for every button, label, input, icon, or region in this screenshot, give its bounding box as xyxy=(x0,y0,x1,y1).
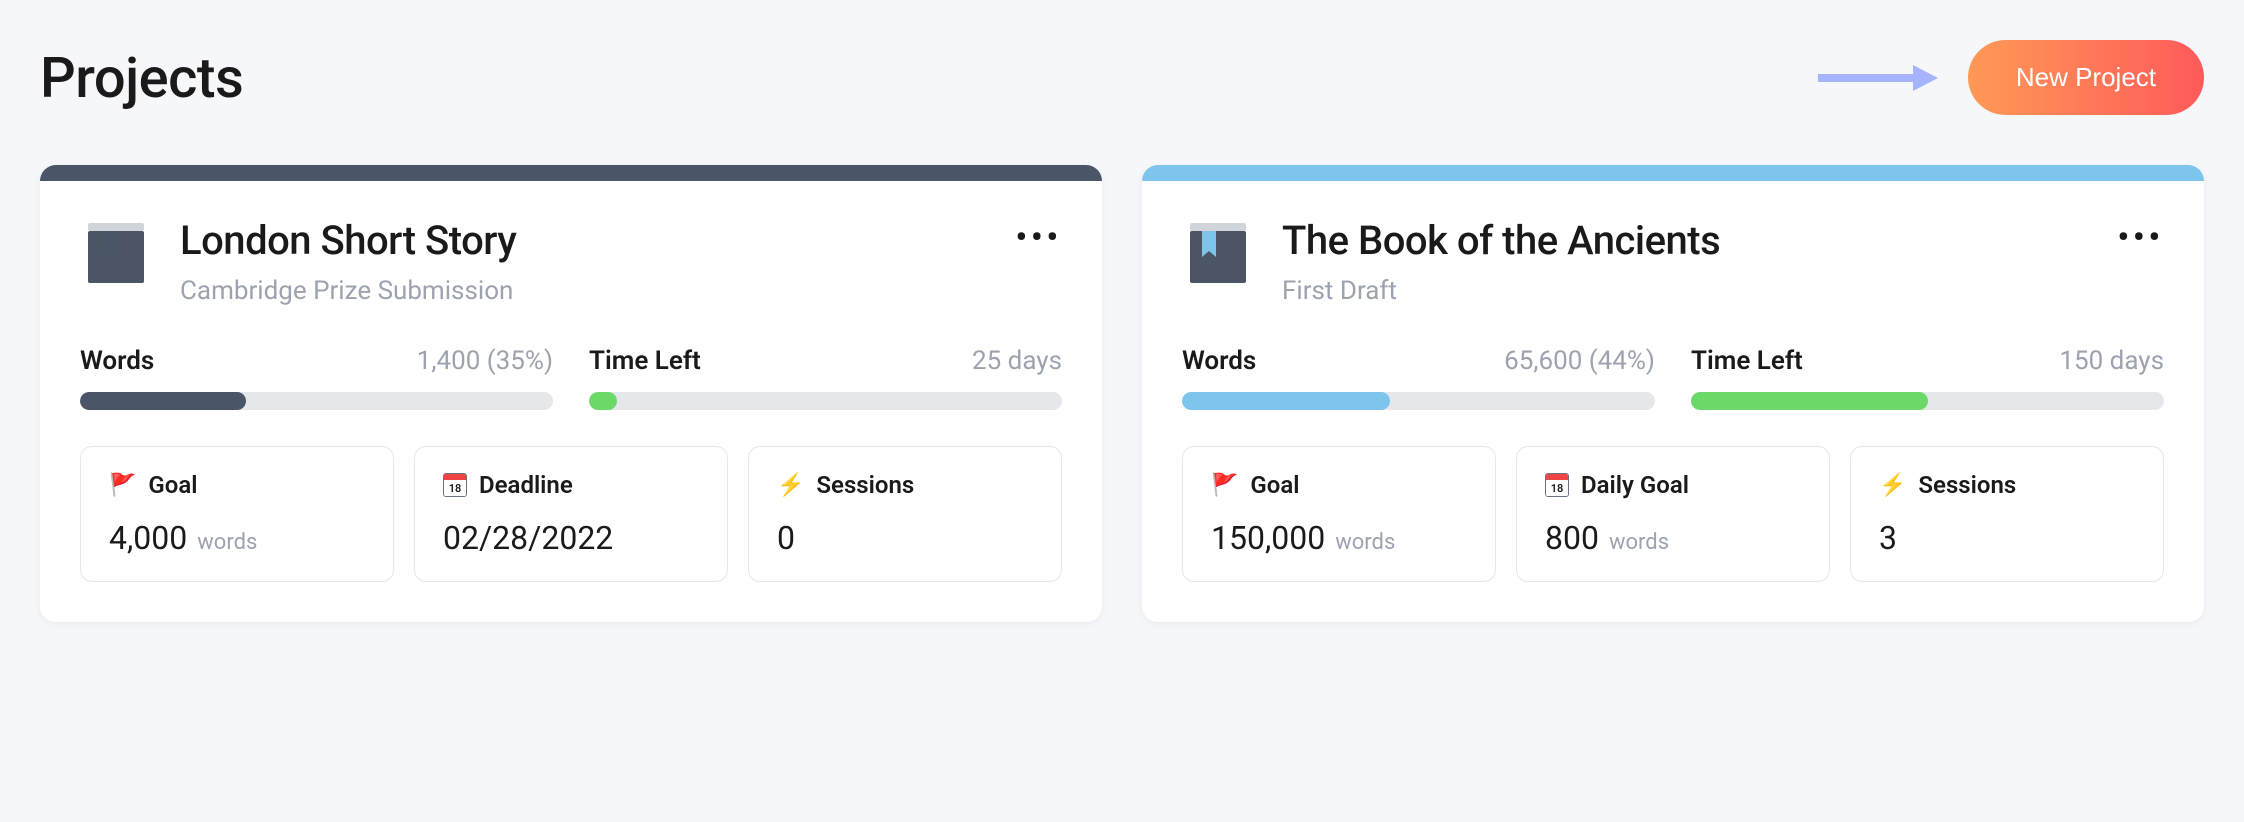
stat-value: 4,000 xyxy=(109,519,187,557)
stat-value: 0 xyxy=(777,519,795,557)
book-icon xyxy=(1182,217,1254,289)
stat-label: Deadline xyxy=(479,471,573,499)
bolt-icon: ⚡ xyxy=(1879,473,1906,498)
stat-value: 800 xyxy=(1545,519,1599,557)
stat-value: 150,000 xyxy=(1211,519,1325,557)
stat-label: Goal xyxy=(1250,471,1299,499)
card-accent-bar xyxy=(1142,165,2204,181)
words-label: Words xyxy=(80,346,154,376)
project-title: The Book of the Ancients xyxy=(1282,217,2090,264)
stat-sessions: ⚡ Sessions 3 xyxy=(1850,446,2164,582)
words-progress-fill xyxy=(80,392,246,410)
header-actions: New Project xyxy=(1818,40,2204,115)
stat-value: 02/28/2022 xyxy=(443,519,613,557)
stat-label: Sessions xyxy=(1918,471,2016,499)
stat-sessions: ⚡ Sessions 0 xyxy=(748,446,1062,582)
words-label: Words xyxy=(1182,346,1256,376)
time-left-value: 150 days xyxy=(2059,346,2164,376)
words-progress-fill xyxy=(1182,392,1390,410)
calendar-icon: 18 xyxy=(443,473,467,497)
stat-value: 3 xyxy=(1879,519,1897,557)
stat-goal: 🚩 Goal 150,000 words xyxy=(1182,446,1496,582)
stat-goal: 🚩 Goal 4,000 words xyxy=(80,446,394,582)
time-progress-fill xyxy=(1691,392,1928,410)
time-left-value: 25 days xyxy=(972,346,1062,376)
stat-label: Daily Goal xyxy=(1581,471,1689,499)
time-left-label: Time Left xyxy=(1691,346,1803,376)
flag-icon: 🚩 xyxy=(1211,473,1238,498)
card-accent-bar xyxy=(40,165,1102,181)
projects-grid: London Short Story Cambridge Prize Submi… xyxy=(40,165,2204,622)
flag-icon: 🚩 xyxy=(109,473,136,498)
words-value: 1,400 (35%) xyxy=(417,346,553,376)
project-subtitle: First Draft xyxy=(1282,276,2090,306)
page-title: Projects xyxy=(40,45,243,111)
new-project-button[interactable]: New Project xyxy=(1968,40,2204,115)
arrow-right-icon xyxy=(1818,63,1938,93)
stat-daily-goal: 18 Daily Goal 800 words xyxy=(1516,446,1830,582)
calendar-icon: 18 xyxy=(1545,473,1569,497)
project-subtitle: Cambridge Prize Submission xyxy=(180,276,988,306)
words-progress-bar xyxy=(1182,392,1655,410)
words-value: 65,600 (44%) xyxy=(1504,346,1655,376)
stat-deadline: 18 Deadline 02/28/2022 xyxy=(414,446,728,582)
words-progress-bar xyxy=(80,392,553,410)
time-progress-bar xyxy=(589,392,1062,410)
more-options-button[interactable]: ••• xyxy=(2118,217,2165,257)
stat-label: Sessions xyxy=(816,471,914,499)
bolt-icon: ⚡ xyxy=(777,473,804,498)
more-options-button[interactable]: ••• xyxy=(1016,217,1063,257)
project-card[interactable]: London Short Story Cambridge Prize Submi… xyxy=(40,165,1102,622)
book-icon xyxy=(80,217,152,289)
time-progress-bar xyxy=(1691,392,2164,410)
time-left-label: Time Left xyxy=(589,346,701,376)
stat-unit: words xyxy=(1335,530,1395,555)
stat-label: Goal xyxy=(148,471,197,499)
project-title: London Short Story xyxy=(180,217,988,264)
time-progress-fill xyxy=(589,392,617,410)
stat-unit: words xyxy=(197,530,257,555)
stat-unit: words xyxy=(1609,530,1669,555)
project-card[interactable]: The Book of the Ancients First Draft •••… xyxy=(1142,165,2204,622)
